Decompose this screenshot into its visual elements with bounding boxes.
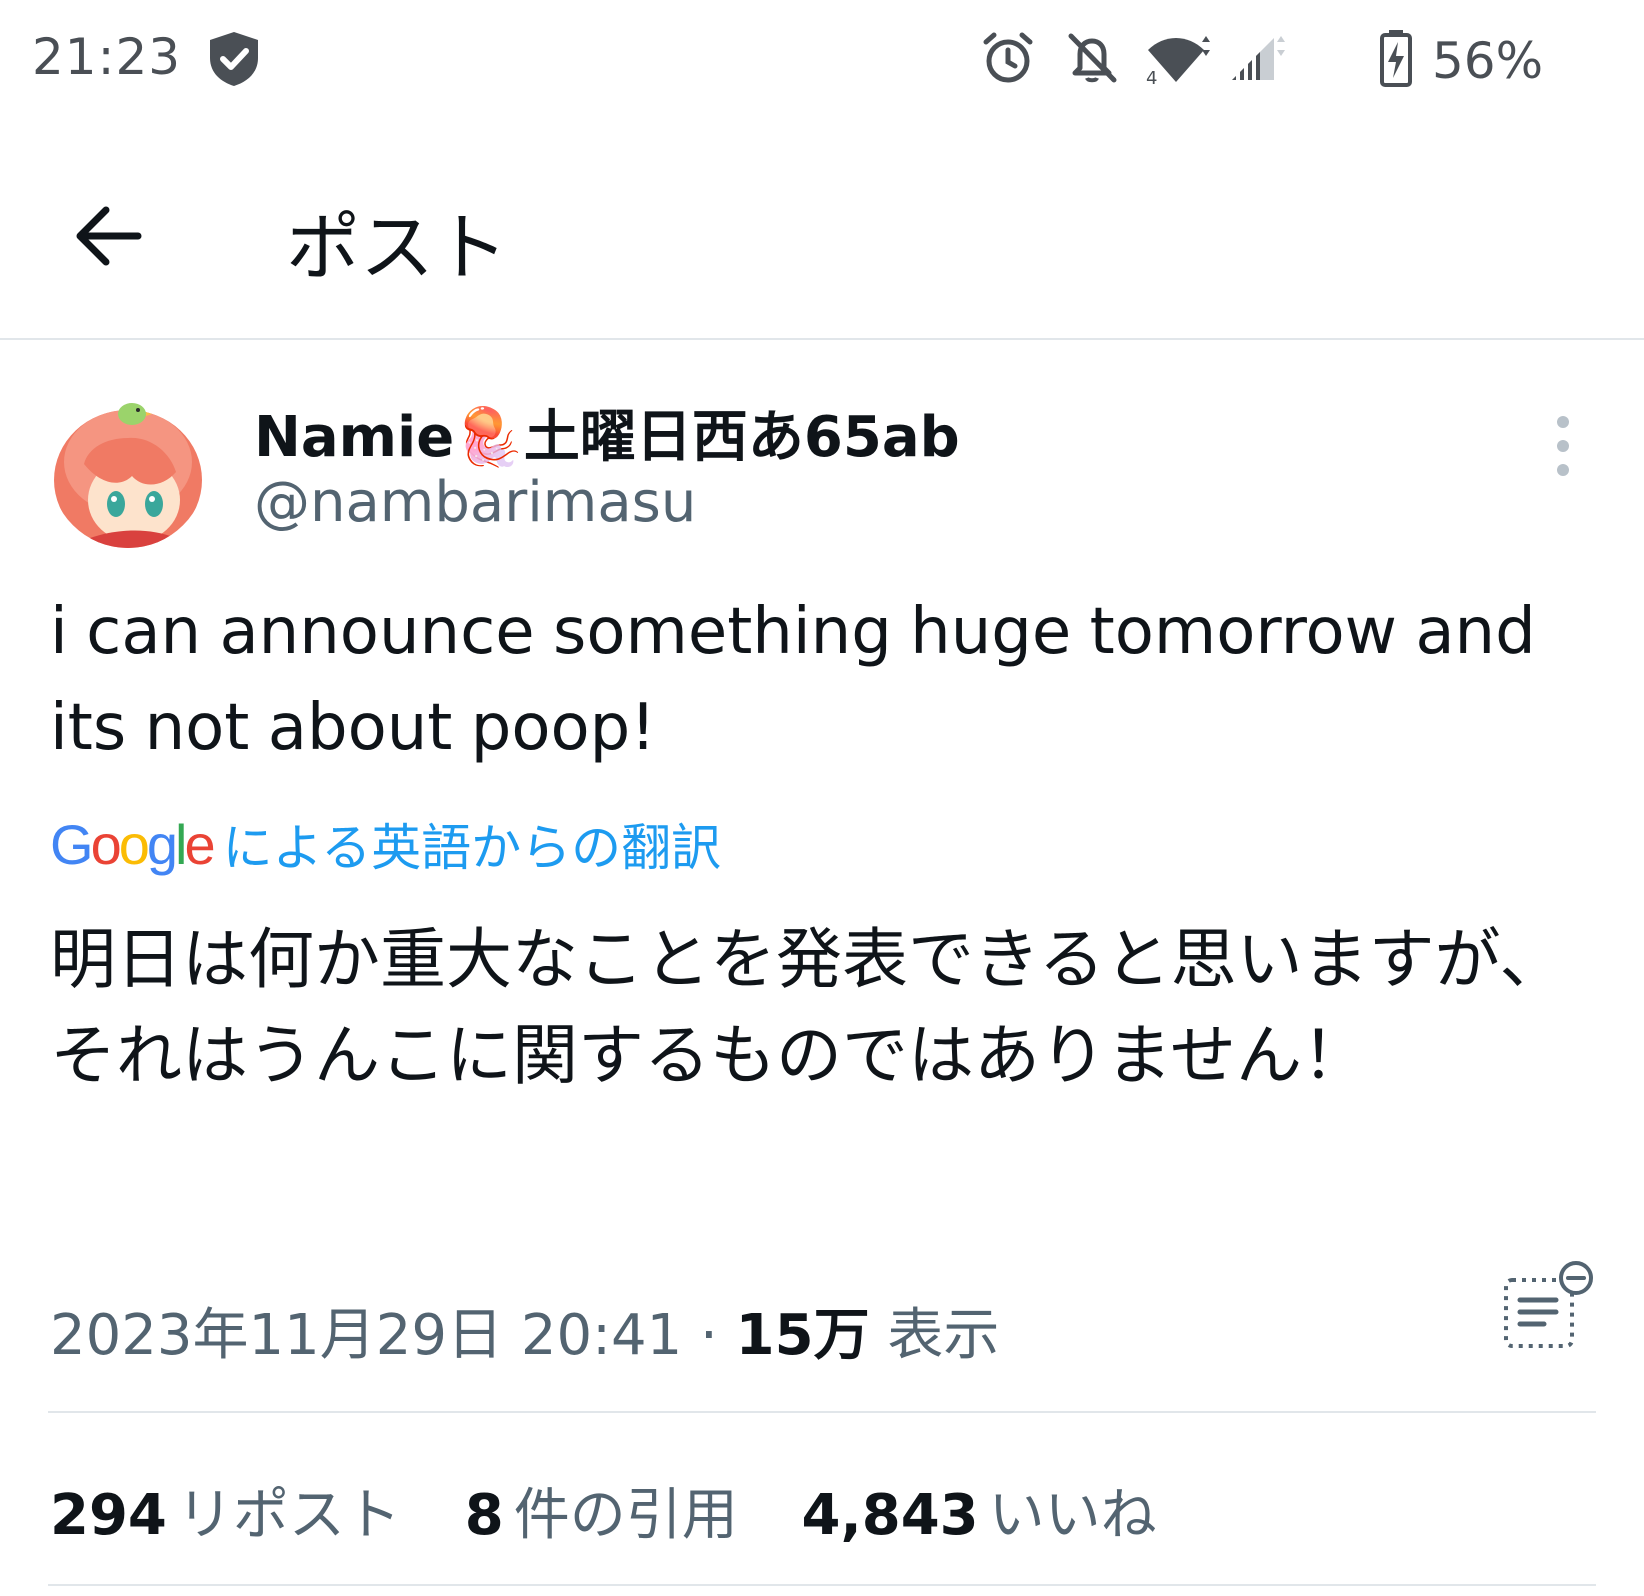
stat-quotes[interactable]: 8 件の引用 [465, 1470, 738, 1551]
more-options-button[interactable] [1544, 412, 1584, 484]
shield-check-icon [210, 32, 258, 86]
username[interactable]: @nambarimasu [254, 470, 696, 535]
engagement-stats: 294 リポスト 8 件の引用 4,843 いいね [50, 1470, 1203, 1551]
translation-label: による英語からの翻訳 [222, 819, 722, 877]
analytics-icon [1504, 1261, 1593, 1348]
stat-count: 4,843 [801, 1483, 979, 1548]
battery-percent: 56% [1432, 32, 1544, 90]
bell-off-icon [1068, 33, 1117, 83]
views-label: 表示 [887, 1303, 1000, 1368]
translated-text: 明日は何か重大なことを発表できると思いますが、それはうんこに関するものではありま… [50, 921, 1566, 1094]
status-bar: 21:23 4 56% [0, 0, 1644, 120]
status-time: 21:23 [32, 28, 182, 86]
post-analytics-button[interactable] [1500, 1256, 1600, 1356]
signal-icon [1232, 36, 1285, 80]
translation-attribution[interactable]: Google による英語からの翻訳 [50, 808, 721, 878]
alarm-icon [983, 32, 1033, 83]
stat-reposts[interactable]: 294 リポスト [50, 1470, 401, 1551]
timestamp[interactable]: 2023年11月29日 20:41 [50, 1303, 682, 1368]
google-logo: Google [50, 812, 216, 876]
more-dot-icon [1557, 416, 1569, 428]
page-title: ポスト [286, 205, 508, 291]
tweet-meta: 2023年11月29日 20:41 · 15万 表示 [50, 1290, 999, 1371]
stat-count: 294 [50, 1483, 167, 1548]
display-name[interactable]: Namie🪼土曜日西あ65ab [254, 392, 960, 473]
views-count: 15万 [735, 1303, 870, 1368]
top-app-bar: ポスト [0, 150, 1644, 340]
arrow-left-icon [76, 206, 142, 266]
svg-text:4: 4 [1146, 68, 1157, 86]
tweet-text: i can announce something huge tomorrow a… [50, 595, 1536, 765]
stat-count: 8 [464, 1483, 504, 1548]
stat-label: リポスト [176, 1483, 401, 1548]
wifi-icon: 4 [1146, 36, 1210, 86]
avatar-image [50, 392, 206, 548]
avatar[interactable] [50, 392, 206, 548]
stat-label: 件の引用 [513, 1483, 738, 1548]
more-dot-icon [1557, 464, 1569, 476]
battery-charging-icon [1380, 30, 1412, 87]
divider [48, 1411, 1596, 1413]
divider [48, 1584, 1596, 1586]
meta-separator: · [700, 1303, 718, 1368]
stat-likes[interactable]: 4,843 いいね [802, 1470, 1157, 1551]
stat-label: いいね [988, 1483, 1157, 1548]
back-button[interactable] [60, 186, 160, 286]
more-dot-icon [1557, 440, 1569, 452]
